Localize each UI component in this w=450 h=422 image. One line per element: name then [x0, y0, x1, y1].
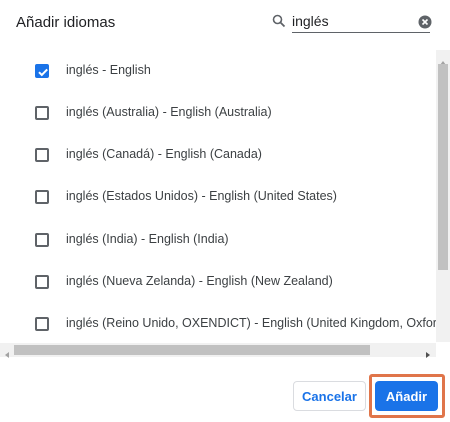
language-row[interactable]: inglés (Canadá) - English (Canada)	[0, 134, 436, 176]
language-label: inglés (India) - English (India)	[66, 232, 229, 246]
checkbox[interactable]	[35, 275, 49, 289]
language-list: inglés - English inglés (Australia) - En…	[0, 50, 436, 342]
language-row[interactable]: inglés (Nueva Zelanda) - English (New Ze…	[0, 261, 436, 303]
horizontal-scroll-thumb[interactable]	[14, 345, 370, 355]
cancel-button[interactable]: Cancelar	[293, 381, 366, 411]
horizontal-scrollbar[interactable]	[0, 343, 436, 358]
search-input[interactable]	[292, 10, 430, 33]
language-row[interactable]: inglés (Reino Unido, OXENDICT) - English…	[0, 303, 436, 342]
scroll-right-arrow-icon[interactable]	[424, 346, 432, 358]
search-icon	[272, 14, 286, 28]
scroll-left-arrow-icon[interactable]	[3, 346, 11, 358]
clear-search-icon[interactable]	[418, 15, 432, 29]
language-row[interactable]: inglés - English	[0, 50, 436, 92]
language-row[interactable]: inglés (Australia) - English (Australia)	[0, 92, 436, 134]
checkbox[interactable]	[35, 148, 49, 162]
language-label: inglés (Nueva Zelanda) - English (New Ze…	[66, 274, 333, 288]
checkbox[interactable]	[35, 190, 49, 204]
checkbox[interactable]	[35, 106, 49, 120]
language-label: inglés (Estados Unidos) - English (Unite…	[66, 189, 337, 203]
add-languages-dialog: Añadir idiomas inglés - English inglés (…	[0, 0, 450, 422]
search-box	[272, 10, 434, 34]
add-button[interactable]: Añadir	[375, 381, 438, 411]
dialog-title: Añadir idiomas	[16, 14, 116, 31]
scroll-up-arrow-icon[interactable]	[439, 54, 447, 65]
language-label: inglés (Canadá) - English (Canada)	[66, 147, 262, 161]
footer-divider	[0, 358, 450, 359]
language-label: inglés - English	[66, 63, 151, 77]
vertical-scroll-thumb[interactable]	[438, 64, 448, 270]
language-row[interactable]: inglés (Estados Unidos) - English (Unite…	[0, 176, 436, 218]
checkbox[interactable]	[35, 233, 49, 247]
vertical-scrollbar[interactable]	[436, 50, 450, 342]
language-label: inglés (Reino Unido, OXENDICT) - English…	[66, 316, 436, 330]
language-label: inglés (Australia) - English (Australia)	[66, 105, 272, 119]
checkbox-checked[interactable]	[35, 64, 49, 78]
checkbox[interactable]	[35, 317, 49, 331]
language-row[interactable]: inglés (India) - English (India)	[0, 219, 436, 261]
